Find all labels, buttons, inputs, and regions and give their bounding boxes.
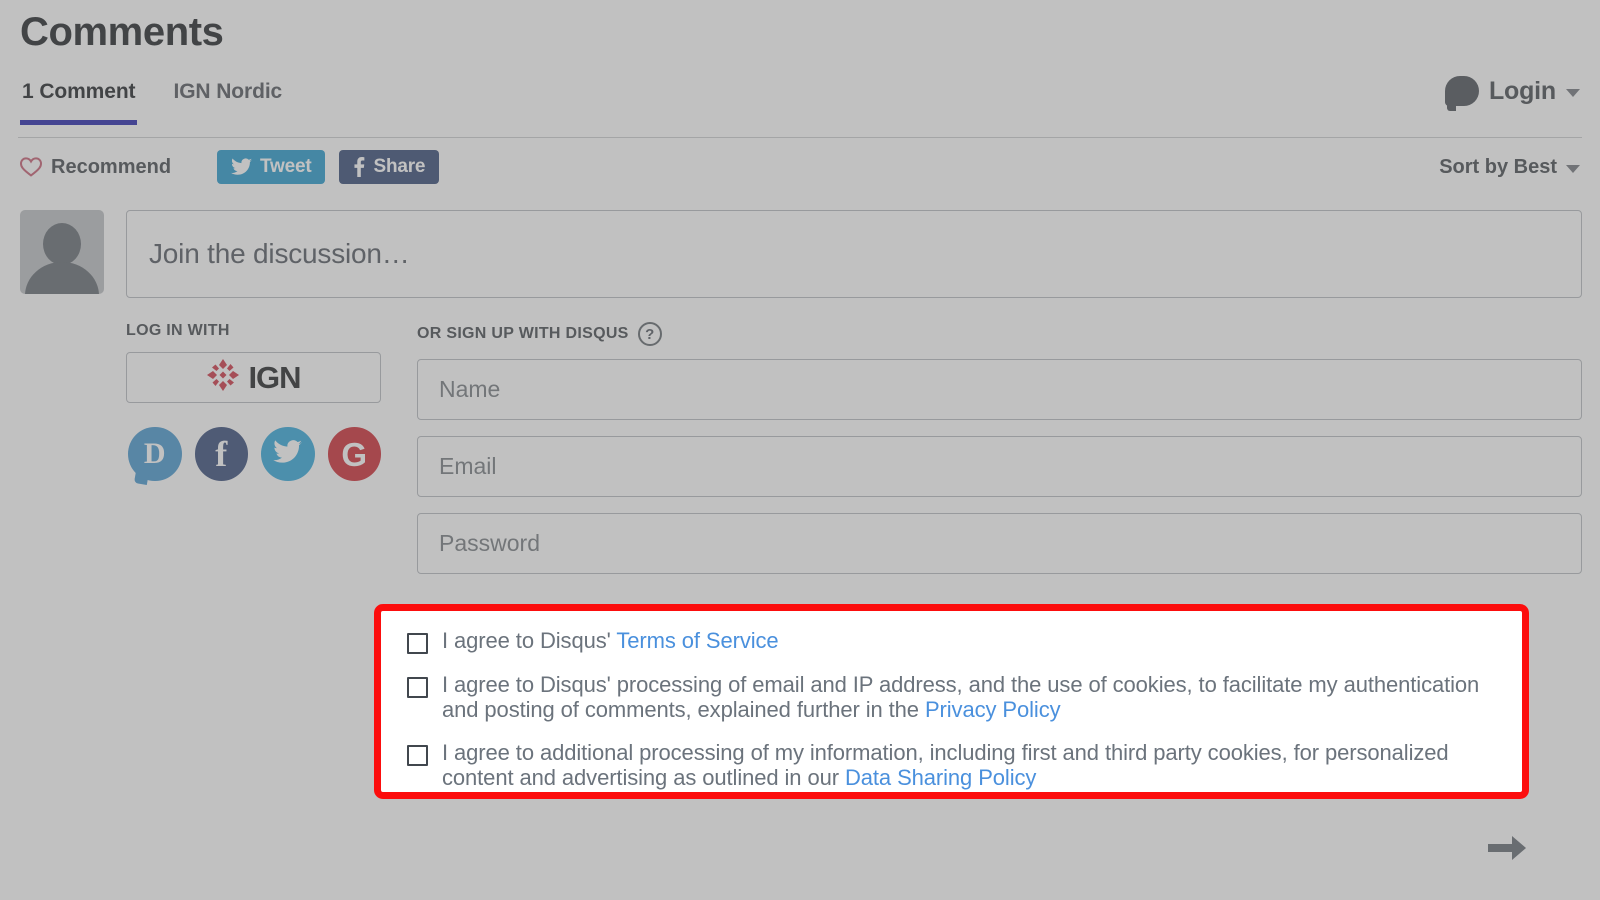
sort-by-label: Sort by Best [1439,155,1557,178]
sort-by-dropdown[interactable]: Sort by Best [1439,156,1580,179]
google-g-icon: G [341,435,368,473]
data-sharing-policy-checkbox[interactable] [407,745,428,767]
name-field-placeholder: Name [439,376,501,402]
twitter-bird-icon [273,439,303,469]
login-button[interactable]: Login [1444,76,1580,111]
data-sharing-policy-link[interactable]: Data Sharing Policy [845,765,1036,790]
signup-header: OR SIGN UP WITH DISQUS ? [417,322,1582,346]
twitter-bird-icon [231,158,253,176]
help-question-icon[interactable]: ? [637,322,662,346]
tab-list: 1 Comment IGN Nordic [18,76,1582,125]
submit-comment-button[interactable] [1452,822,1562,878]
ign-login-label: IGN [248,359,301,395]
consent-row-data-sharing: I agree to additional processing of my i… [407,741,1502,790]
terms-of-service-checkbox[interactable] [407,633,428,654]
facebook-f-icon [353,157,365,177]
password-field-placeholder: Password [439,530,540,556]
tab-comment-count-label: 1 Comment [22,80,136,103]
consent-row-privacy: I agree to Disqus' processing of email a… [407,672,1502,722]
login-label: Login [1488,76,1556,105]
terms-of-service-link[interactable]: Terms of Service [616,628,778,653]
comment-input[interactable]: Join the discussion… [126,210,1582,298]
password-field[interactable]: Password [417,513,1582,574]
data-sharing-policy-text: I agree to additional processing of my i… [442,741,1502,790]
composer-body: Join the discussion… LOG IN WITH IGN D f… [126,210,1582,590]
recommend-label: Recommend [51,155,172,178]
recommend-button[interactable]: Recommend [20,156,171,179]
disqus-login-button[interactable]: D [128,427,182,481]
tweet-label: Tweet [260,156,312,177]
speech-bubble-icon [1444,76,1479,111]
facebook-share-button[interactable]: Share [339,150,440,184]
tab-bar: 1 Comment IGN Nordic Login [18,76,1582,138]
comment-composer: Join the discussion… LOG IN WITH IGN D f… [18,210,1582,590]
ign-diamond-logo-icon [206,358,240,397]
privacy-policy-text: I agree to Disqus' processing of email a… [442,672,1502,722]
social-login-row: D f G [126,427,381,481]
heart-icon [20,157,42,177]
terms-of-service-text: I agree to Disqus' Terms of Service [442,628,779,654]
avatar-head [43,223,81,265]
avatar-body [25,262,99,294]
signup-label: OR SIGN UP WITH DISQUS [417,325,629,342]
chevron-down-icon [1566,89,1580,97]
auth-social-column: LOG IN WITH IGN D f G [126,322,381,590]
ign-login-button[interactable]: IGN [126,352,381,403]
privacy-policy-checkbox[interactable] [407,677,428,698]
twitter-login-button[interactable] [261,427,315,481]
terms-of-service-text-before: I agree to Disqus' [442,628,617,653]
tab-ign-nordic-label: IGN Nordic [173,80,283,103]
consent-highlight-box: I agree to Disqus' Terms of Service I ag… [374,604,1529,799]
auth-signup-column: OR SIGN UP WITH DISQUS ? Name Email Pass… [417,322,1582,590]
arrow-right-icon [1486,833,1528,868]
auth-area: LOG IN WITH IGN D f G OR SIGN UP WITH DI… [126,322,1582,590]
email-field-placeholder: Email [439,453,497,479]
comment-input-placeholder: Join the discussion… [149,238,410,269]
tab-comment-count[interactable]: 1 Comment [20,76,138,125]
action-row: Recommend Tweet Share Sort by Best [18,138,1582,196]
consent-row-terms: I agree to Disqus' Terms of Service [407,628,1502,654]
email-field[interactable]: Email [417,436,1582,497]
tweet-button[interactable]: Tweet [217,150,326,184]
facebook-f-icon: f [215,434,228,474]
log-in-with-label: LOG IN WITH [126,322,230,339]
google-login-button[interactable]: G [327,427,381,481]
page-title: Comments [20,10,224,54]
share-label: Share [373,156,426,177]
facebook-login-button[interactable]: f [194,427,248,481]
tab-ign-nordic[interactable]: IGN Nordic [171,76,284,124]
disqus-d-icon: D [143,437,166,470]
name-field[interactable]: Name [417,359,1582,420]
chevron-down-icon [1566,165,1580,173]
privacy-policy-link[interactable]: Privacy Policy [925,697,1061,722]
default-user-avatar-icon [20,210,104,294]
